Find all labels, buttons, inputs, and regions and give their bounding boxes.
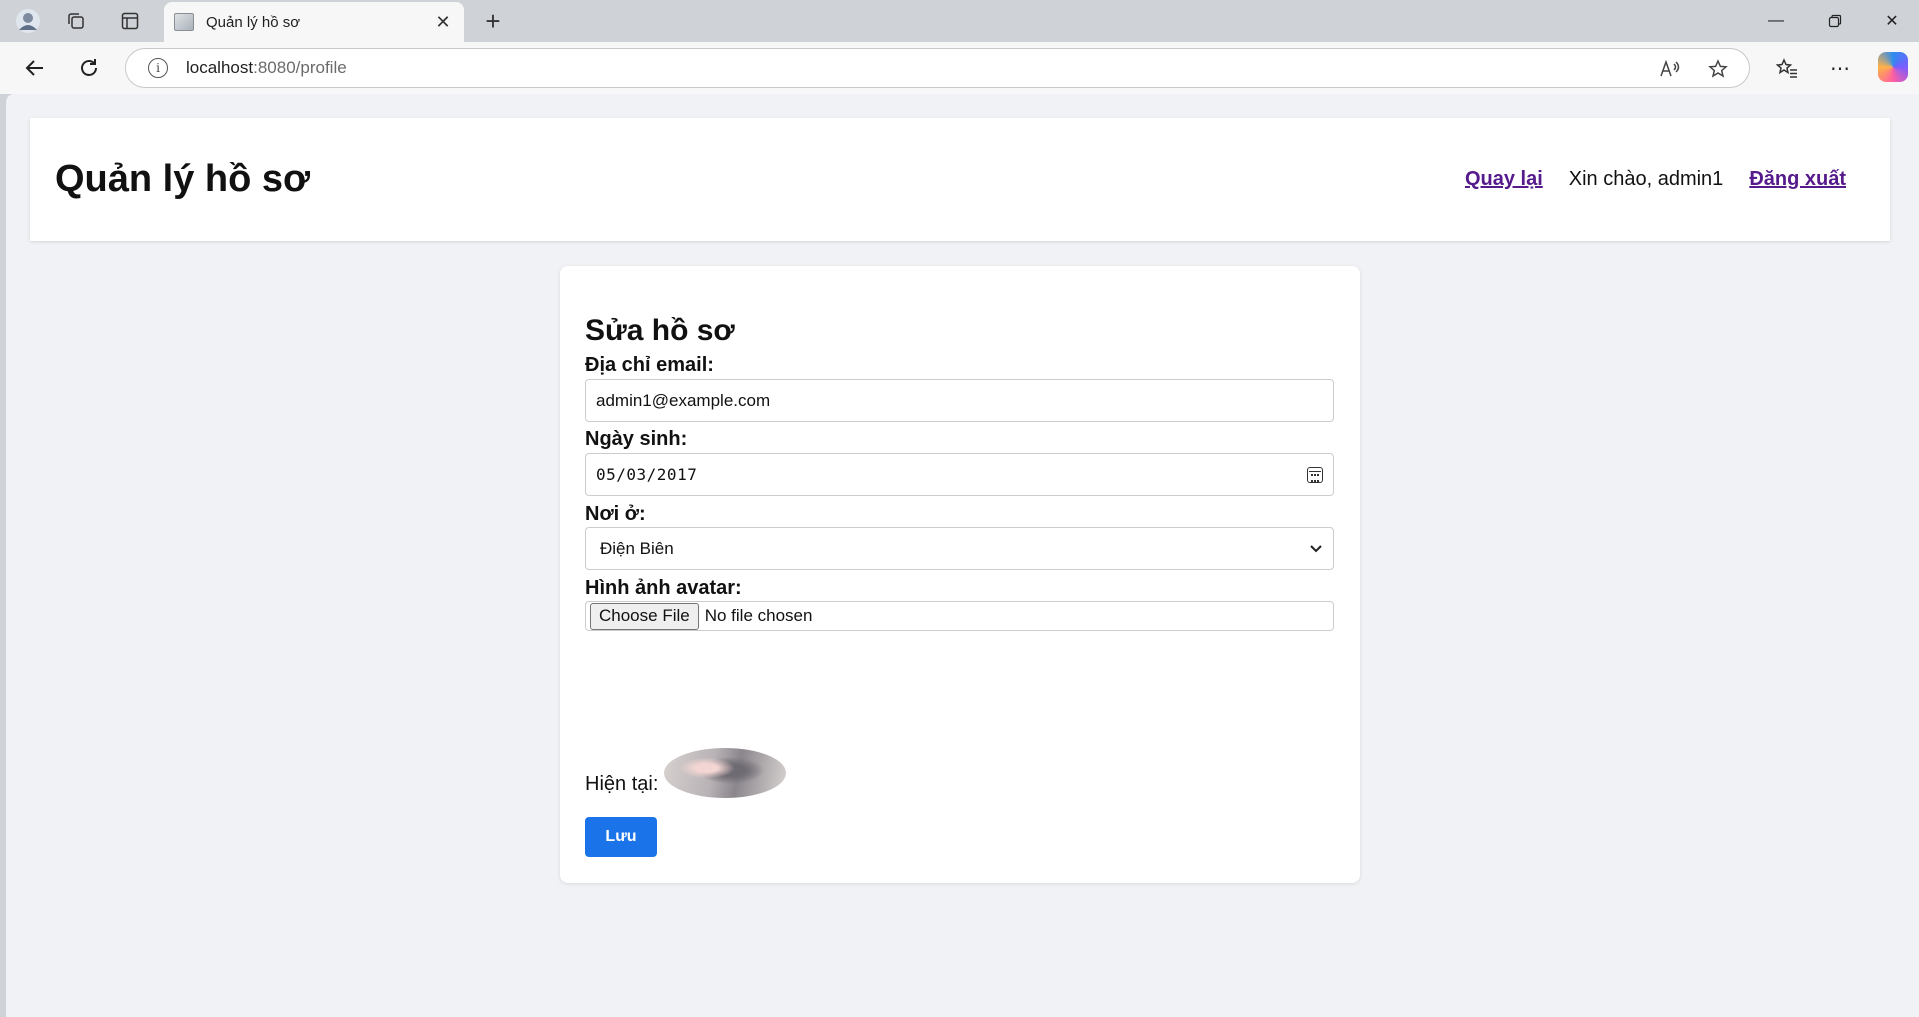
avatar-label: Hình ảnh avatar: xyxy=(585,577,742,599)
current-avatar-row: Hiện tại: xyxy=(585,748,787,798)
header-nav: Quay lại Xin chào, admin1 Đăng xuất xyxy=(1465,168,1846,191)
profile-avatar-icon[interactable] xyxy=(14,7,42,35)
logout-link[interactable]: Đăng xuất xyxy=(1749,168,1846,191)
email-field[interactable]: admin1@example.com xyxy=(585,379,1334,422)
dob-field[interactable]: 05/03/2017 xyxy=(585,453,1334,496)
save-button[interactable]: Lưu xyxy=(585,817,657,857)
page-viewport: Quản lý hồ sơ Quay lại Xin chào, admin1 … xyxy=(6,94,1919,1017)
site-header: Quản lý hồ sơ Quay lại Xin chào, admin1 … xyxy=(30,118,1890,241)
back-link[interactable]: Quay lại xyxy=(1465,168,1543,191)
minimize-icon[interactable]: — xyxy=(1756,8,1796,34)
avatar-file-input[interactable]: Choose File No file chosen xyxy=(585,601,1334,631)
address-bar[interactable]: i localhost:8080/profile xyxy=(125,48,1750,88)
more-options-icon[interactable]: ⋯ xyxy=(1825,53,1855,83)
browser-tabstrip: Quản lý hồ sơ ✕ + — ✕ xyxy=(0,0,1919,42)
tab-title: Quản lý hồ sơ xyxy=(206,13,301,31)
active-tab[interactable]: Quản lý hồ sơ ✕ xyxy=(164,2,464,42)
email-value: admin1@example.com xyxy=(596,390,771,410)
close-window-icon[interactable]: ✕ xyxy=(1872,8,1912,34)
copilot-icon[interactable] xyxy=(1878,52,1908,82)
dob-value: 05/03/2017 xyxy=(596,465,698,484)
calendar-icon[interactable] xyxy=(1307,466,1323,483)
email-label: Địa chỉ email: xyxy=(585,354,714,376)
favorites-icon[interactable] xyxy=(1772,53,1802,83)
close-tab-icon[interactable]: ✕ xyxy=(432,12,454,33)
reload-icon[interactable] xyxy=(74,53,104,83)
chevron-down-icon xyxy=(1310,544,1322,552)
choose-file-button[interactable]: Choose File xyxy=(590,602,699,630)
workspaces-icon[interactable] xyxy=(62,7,90,35)
file-status-text: No file chosen xyxy=(704,606,813,625)
favorite-star-icon[interactable] xyxy=(1706,57,1730,81)
current-avatar-label: Hiện tại: xyxy=(585,773,659,795)
residence-value: Điện Biên xyxy=(600,538,674,558)
new-tab-icon[interactable]: + xyxy=(478,6,508,36)
url-text: localhost:8080/profile xyxy=(186,58,347,77)
vertical-tabs-icon[interactable] xyxy=(116,7,144,35)
edit-profile-card: Sửa hồ sơ Địa chỉ email: admin1@example.… xyxy=(560,266,1360,883)
greeting-text: Xin chào, admin1 xyxy=(1568,168,1724,190)
tab-favicon-icon xyxy=(174,13,194,31)
site-info-icon[interactable]: i xyxy=(148,58,168,78)
form-title: Sửa hồ sơ xyxy=(585,314,735,347)
page-title: Quản lý hồ sơ xyxy=(55,158,311,200)
browser-navbar: i localhost:8080/profile ⋯ xyxy=(0,42,1919,94)
residence-select[interactable]: Điện Biên xyxy=(585,527,1334,570)
read-aloud-icon[interactable] xyxy=(1658,57,1682,81)
dob-label: Ngày sinh: xyxy=(585,428,688,450)
current-avatar-image xyxy=(664,748,787,798)
restore-icon[interactable] xyxy=(1815,8,1855,34)
back-icon[interactable] xyxy=(20,53,50,83)
residence-label: Nơi ở: xyxy=(585,503,646,525)
